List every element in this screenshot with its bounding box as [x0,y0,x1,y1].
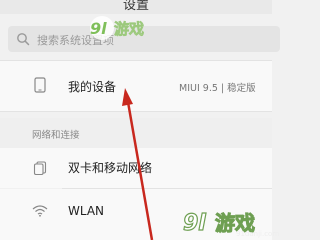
wlan-label: WLAN [68,204,105,218]
dual-sim-row[interactable]: 双卡和移动网络 [0,148,272,188]
svg-text:9l: 9l [90,19,107,38]
svg-text:9l: 9l [183,211,206,236]
miui-version-value: MIUI 9.5 | 稳定版 [179,83,256,94]
page-title: 设置 [122,0,149,13]
dual-sim-label: 双卡和移动网络 [68,161,153,175]
watermark-url: 91danji.com [236,230,280,238]
search-icon [17,33,30,46]
section-header-network: 网络和连接 [0,118,272,148]
app-header: 设置 [0,0,272,14]
my-device-row[interactable]: 我的设备 MIUI 9.5 | 稳定版 [0,61,272,111]
wifi-icon [32,205,48,217]
section-title: 网络和连接 [32,130,80,141]
divider [0,111,272,112]
svg-text:游戏: 游戏 [114,20,144,38]
watermark-logo-top: 9l 游戏 [86,14,164,42]
dual-sim-icon [33,161,47,175]
my-device-label: 我的设备 [68,80,117,94]
phone-icon [34,77,46,93]
